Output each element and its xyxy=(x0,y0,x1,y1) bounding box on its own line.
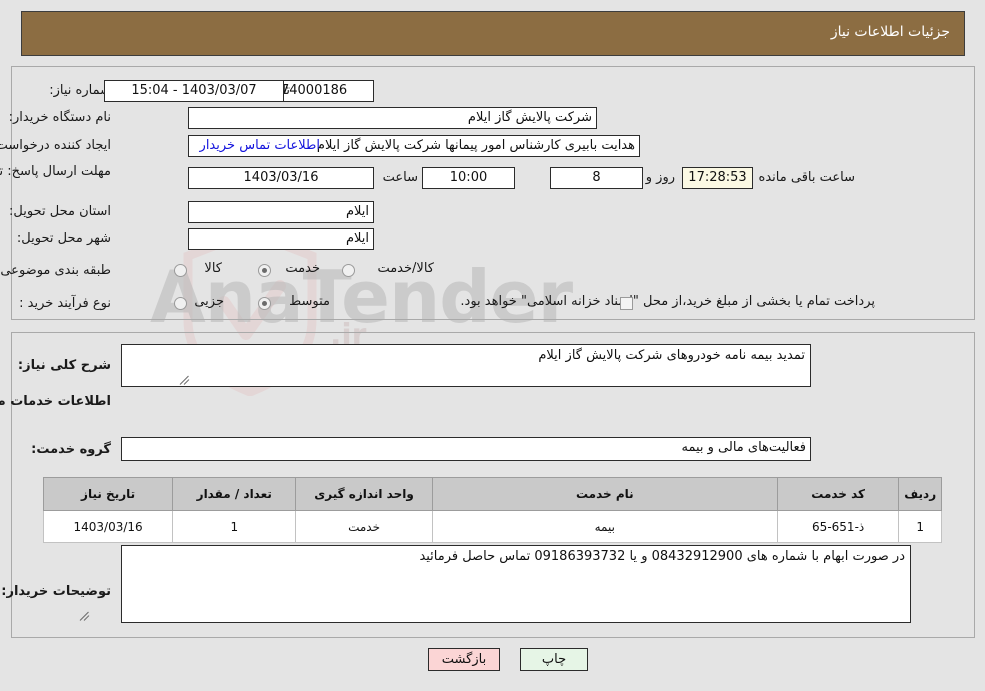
city-value: ایلام xyxy=(188,228,374,250)
buyer-org-label: نام دستگاه خریدار: xyxy=(8,110,111,125)
services-heading: اطلاعات خدمات مورد نیاز xyxy=(0,394,111,409)
buyer-org-value: شرکت پالایش گاز ایلام xyxy=(188,107,597,129)
cell-code: ذ-651-65 xyxy=(776,510,900,543)
cell-quantity: 1 xyxy=(172,510,297,543)
need-number-label: شماره نیاز: xyxy=(49,83,111,98)
radio-category-kala-label: کالا xyxy=(204,261,222,276)
print-button[interactable]: چاپ xyxy=(520,648,588,671)
radio-category-kala-khedmat[interactable] xyxy=(342,264,355,277)
radio-process-motavaset-label: متوسط xyxy=(289,294,330,309)
buyer-contact-link[interactable]: اطلاعات تماس خریدار xyxy=(200,138,320,153)
countdown-timer: 17:28:53 xyxy=(682,167,753,189)
col-header-unit: واحد اندازه گیری xyxy=(295,477,433,511)
city-label: شهر محل تحویل: xyxy=(16,231,111,246)
treasury-docs-label: پرداخت تمام یا بخشی از مبلغ خرید،از محل … xyxy=(460,294,875,309)
general-need-value[interactable]: تمدید بیمه نامه خودروهای شرکت پالایش گاز… xyxy=(121,344,811,387)
requester-label: ایجاد کننده درخواست: xyxy=(0,138,111,153)
need-info-panel xyxy=(11,66,975,320)
days-remaining-value: 8 xyxy=(550,167,643,189)
page-root: AnaTender .ir جزئیات اطلاعات نیاز شماره … xyxy=(0,0,985,691)
back-button[interactable]: بازگشت xyxy=(428,648,500,671)
general-need-resize-grip[interactable] xyxy=(179,375,190,385)
deadline-label: مهلت ارسال پاسخ: تا تاریخ: xyxy=(0,164,111,179)
deadline-time: 10:00 xyxy=(422,167,515,189)
radio-category-khedmat[interactable] xyxy=(258,264,271,277)
days-label: روز و xyxy=(645,170,675,185)
announcement-value: 1403/03/07 - 15:04 xyxy=(104,80,284,102)
category-label: طبقه بندی موضوعی: xyxy=(0,263,111,278)
radio-process-jozee-label: جزیی xyxy=(194,294,224,309)
radio-process-motavaset[interactable] xyxy=(258,297,271,310)
cell-radif: 1 xyxy=(898,510,942,543)
province-value: ایلام xyxy=(188,201,374,223)
radio-category-khedmat-label: خدمت xyxy=(285,261,320,276)
buyer-notes-value[interactable]: در صورت ابهام با شماره های 08432912900 و… xyxy=(121,545,911,623)
col-header-name: نام خدمت xyxy=(431,477,778,511)
col-header-code: کد خدمت xyxy=(776,477,900,511)
hour-label: ساعت xyxy=(382,170,418,185)
cell-need-date: 1403/03/16 xyxy=(42,510,174,543)
deadline-date: 1403/03/16 xyxy=(188,167,374,189)
header-bar: جزئیات اطلاعات نیاز xyxy=(21,11,965,56)
col-header-need-date: تاریخ نیاز xyxy=(42,477,174,511)
service-group-value: فعالیت‌های مالی و بیمه xyxy=(121,437,811,461)
table-row: 1 ذ-651-65 بیمه خدمت 1 1403/03/16 xyxy=(42,510,942,543)
remaining-label: ساعت باقی مانده xyxy=(758,170,855,185)
col-header-quantity: تعداد / مقدار xyxy=(172,477,297,511)
col-header-radif: ردیف xyxy=(898,477,942,511)
process-label: نوع فرآیند خرید : xyxy=(19,296,111,311)
service-group-label: گروه خدمت: xyxy=(31,442,111,457)
page-title: جزئیات اطلاعات نیاز xyxy=(830,24,950,40)
buyer-notes-label: توضیحات خریدار: xyxy=(1,584,111,599)
table-header-row: ردیف کد خدمت نام خدمت واحد اندازه گیری ت… xyxy=(42,477,942,511)
radio-category-kala[interactable] xyxy=(174,264,187,277)
buyer-notes-resize-grip[interactable] xyxy=(79,611,90,621)
radio-category-kala-khedmat-label: کالا/خدمت xyxy=(377,261,434,276)
cell-unit: خدمت xyxy=(295,510,433,543)
general-need-label: شرح کلی نیاز: xyxy=(17,358,111,373)
radio-process-jozee[interactable] xyxy=(174,297,187,310)
province-label: استان محل تحویل: xyxy=(9,204,111,219)
treasury-docs-checkbox[interactable] xyxy=(620,297,633,310)
cell-name: بیمه xyxy=(431,510,778,543)
services-table: ردیف کد خدمت نام خدمت واحد اندازه گیری ت… xyxy=(42,477,942,543)
